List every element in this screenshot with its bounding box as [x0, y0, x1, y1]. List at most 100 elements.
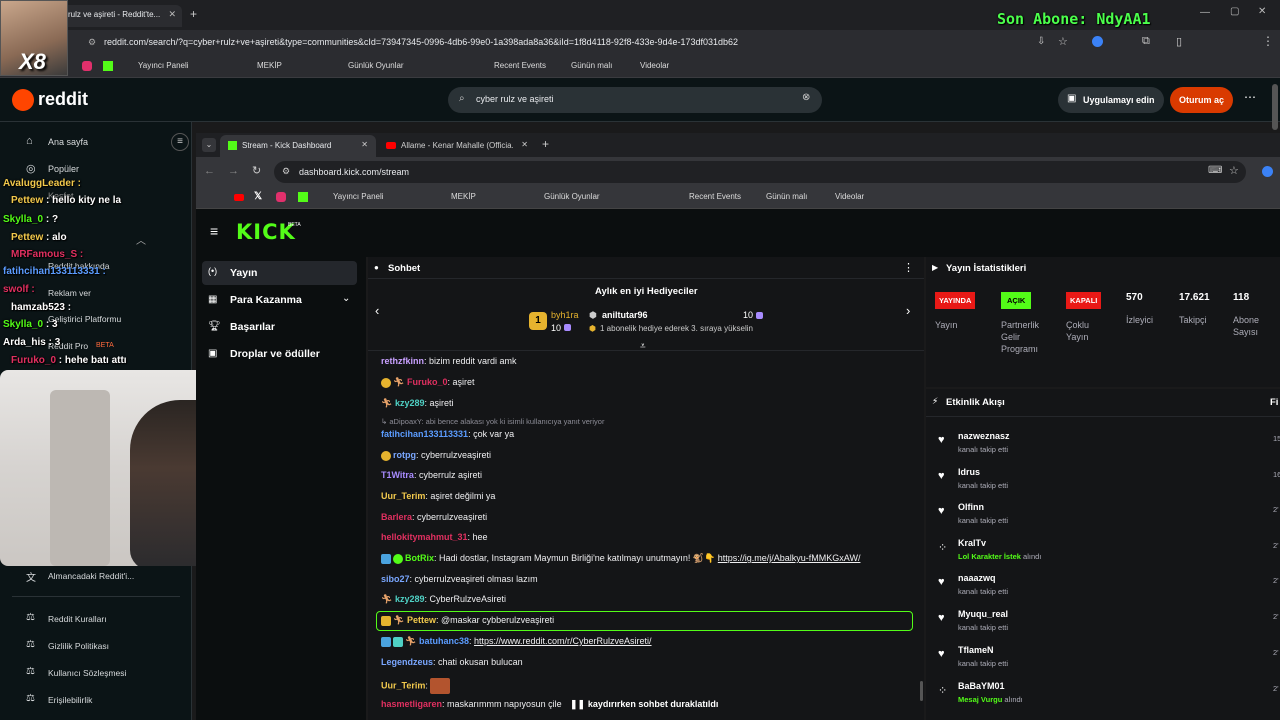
bookmark-yayinci-paneli[interactable]: Yayıncı Paneli — [138, 61, 189, 70]
kick-icon[interactable] — [298, 192, 308, 202]
bookmark-videolar[interactable]: Videolar — [640, 61, 669, 70]
menu-item-para-kazanma[interactable]: Para Kazanma — [230, 294, 302, 306]
instagram-icon[interactable] — [82, 61, 92, 71]
kick-icon[interactable] — [103, 61, 113, 71]
extension-icon[interactable]: ⧉ — [1142, 35, 1150, 48]
reddit-logo-icon[interactable] — [12, 89, 34, 111]
maximize-icon[interactable]: ▢ — [1230, 6, 1239, 17]
search-box[interactable]: ⌕ cyber rulz ve aşireti ⊗ — [448, 87, 822, 113]
reddit-logo[interactable]: reddit — [38, 89, 88, 110]
chat-username[interactable]: Uur_Terim — [381, 680, 425, 690]
site-info-icon[interactable]: ⚙ — [282, 166, 290, 177]
events-filter[interactable]: Fi — [1270, 397, 1278, 408]
nav-home[interactable]: Ana sayfa — [48, 137, 88, 147]
nav-agreement[interactable]: Kullanıcı Sözleşmesi — [48, 668, 126, 678]
next-arrow-icon[interactable]: › — [906, 303, 910, 318]
chat-username[interactable]: Uur_Terim — [381, 491, 425, 501]
event-item[interactable]: ♥ naaazwq kanalı takip etti 2' — [938, 573, 1279, 607]
bookmark-yayinci-paneli[interactable]: Yayıncı Paneli — [333, 192, 384, 201]
more-options-icon[interactable]: ⋯ — [1244, 90, 1256, 104]
prev-arrow-icon[interactable]: ‹ — [375, 303, 379, 318]
nav-accessibility[interactable]: Erişilebilirlik — [48, 695, 92, 705]
chat-username[interactable]: Barlera — [381, 512, 412, 522]
bookmark-recent-events[interactable]: Recent Events — [494, 61, 546, 70]
event-item[interactable]: ♥ TflameN kanalı takip etti 2' — [938, 645, 1279, 679]
bookmark-mekip[interactable]: MEKİP — [257, 61, 282, 70]
login-button[interactable]: Oturum aç — [1170, 87, 1233, 113]
event-item[interactable]: ♥ Olfinn kanalı takip etti 2' — [938, 502, 1279, 536]
close-icon[interactable]: ✕ — [168, 9, 176, 20]
bookmark-gunluk-oyunlar[interactable]: Günlük Oyunlar — [348, 61, 404, 70]
event-item[interactable]: ♥ Idrus kanalı takip etti 16 — [938, 467, 1280, 501]
chat-paused-notice[interactable]: ❚❚ kaydırırken sohbet duraklatıldı — [566, 697, 723, 712]
forward-icon[interactable]: → — [228, 165, 239, 177]
nav-language[interactable]: Almancadaki Reddit'i... — [48, 571, 134, 581]
bookmark-recent-events[interactable]: Recent Events — [689, 192, 741, 201]
close-icon[interactable]: ✕ — [521, 140, 528, 149]
nav-popular[interactable]: Popüler — [48, 164, 79, 174]
hamburger-icon[interactable]: ≡ — [210, 223, 218, 239]
chat-username[interactable]: hasmetligaren — [381, 699, 442, 709]
kick-logo[interactable]: KICK — [236, 220, 296, 244]
chat-username[interactable]: fatihcihan133113331 — [381, 429, 468, 439]
chat-menu-icon[interactable]: ⋮ — [903, 261, 914, 274]
bookmark-videolar[interactable]: Videolar — [835, 192, 864, 201]
sidebar-toggle-icon[interactable]: ≡ — [171, 133, 189, 151]
new-tab-icon[interactable]: + — [542, 137, 549, 151]
sidebar-icon[interactable]: ▯ — [1176, 35, 1182, 48]
event-item[interactable]: ⁘ KralTv Lol Karakter İstek alındı 2' — [938, 538, 1279, 572]
chat-link[interactable]: https://ig.me/j/Abalkyu-fMMKGxAW/ — [718, 553, 861, 563]
close-icon[interactable]: ✕ — [361, 140, 368, 149]
translate-icon[interactable]: ⌨ — [1208, 165, 1222, 176]
menu-item-yayin[interactable]: (•) Yayın — [202, 261, 357, 285]
x-icon[interactable]: 𝕏 — [254, 191, 262, 202]
chat-username[interactable]: rethzfkinn — [381, 356, 424, 366]
menu-item-basarilar[interactable]: Başarılar — [230, 321, 275, 333]
nav-rules[interactable]: Reddit Kuralları — [48, 614, 107, 624]
reload-icon[interactable]: ↻ — [252, 164, 261, 177]
chat-username[interactable]: rotpg — [393, 450, 416, 460]
event-item[interactable]: ♥ Myuqu_real kanalı takip etti 2' — [938, 609, 1279, 643]
instagram-icon[interactable] — [276, 192, 286, 202]
gifter-name[interactable]: byh1ra — [551, 310, 579, 320]
gifter-name[interactable]: aniltutar96 — [602, 310, 648, 320]
url-text[interactable]: reddit.com/search/?q=cyber+rulz+ve+aşire… — [104, 37, 738, 47]
menu-icon[interactable]: ⋮ — [1262, 34, 1274, 48]
get-app-button[interactable]: ▣ Uygulamayı edin — [1058, 87, 1164, 113]
back-icon[interactable]: ← — [204, 165, 215, 177]
event-item[interactable]: ⁘ BaBaYM01 Mesaj Vurgu alındı 2' — [938, 681, 1279, 715]
install-icon[interactable]: ⇩ — [1037, 36, 1045, 47]
chat-username[interactable]: T1Witra — [381, 470, 414, 480]
menu-item-droplar[interactable]: Droplar ve ödüller — [230, 348, 320, 360]
page-scrollbar[interactable] — [1272, 84, 1278, 130]
chat-username[interactable]: kzy289 — [395, 594, 425, 604]
bookmark-gunluk-oyunlar[interactable]: Günlük Oyunlar — [544, 192, 600, 201]
extension-icon[interactable] — [1092, 36, 1103, 47]
search-input[interactable]: cyber rulz ve aşireti — [476, 94, 554, 104]
nav-privacy[interactable]: Gizlilik Politikası — [48, 641, 109, 651]
minimize-icon[interactable]: — — [1200, 7, 1210, 18]
chat-username[interactable]: hellokitymahmut_31 — [381, 532, 468, 542]
extension-icon[interactable] — [1262, 166, 1273, 177]
browser-tab[interactable]: rulz ve aşireti - Reddit'te... ✕ — [60, 5, 182, 27]
bookmark-star-icon[interactable]: ☆ — [1058, 35, 1068, 48]
bookmark-gunun-mali[interactable]: Günün malı — [571, 61, 612, 70]
chat-username[interactable]: sibo27 — [381, 574, 410, 584]
bookmark-star-icon[interactable]: ☆ — [1229, 164, 1239, 177]
tab-youtube[interactable]: Allame - Kenar Mahalle (Officia... ✕ — [380, 135, 536, 157]
tab-search-icon[interactable]: ⌄ — [202, 138, 216, 152]
new-tab-icon[interactable]: + — [190, 7, 197, 21]
tab-kick-dashboard[interactable]: Stream - Kick Dashboard ✕ — [220, 135, 376, 157]
close-window-icon[interactable]: ✕ — [1258, 6, 1266, 17]
event-item[interactable]: ♥ nazweznasz kanalı takip etti 15 — [938, 431, 1280, 465]
clear-search-icon[interactable]: ⊗ — [802, 92, 810, 103]
chat-link[interactable]: https://www.reddit.com/r/CyberRulzveAsir… — [474, 636, 652, 646]
chat-username[interactable]: Furuko_0 — [407, 377, 448, 387]
inner-url-field[interactable]: ⚙ dashboard.kick.com/stream ⌨ ☆ — [274, 161, 1246, 183]
bookmark-gunun-mali[interactable]: Günün malı — [766, 192, 807, 201]
chat-username[interactable]: batuhanc38 — [419, 636, 469, 646]
chevron-down-icon[interactable]: ⌄ — [342, 293, 350, 304]
chat-scrollbar[interactable] — [920, 681, 923, 701]
chat-username[interactable]: Legendzeus — [381, 657, 433, 667]
bookmark-mekip[interactable]: MEKİP — [451, 192, 476, 201]
